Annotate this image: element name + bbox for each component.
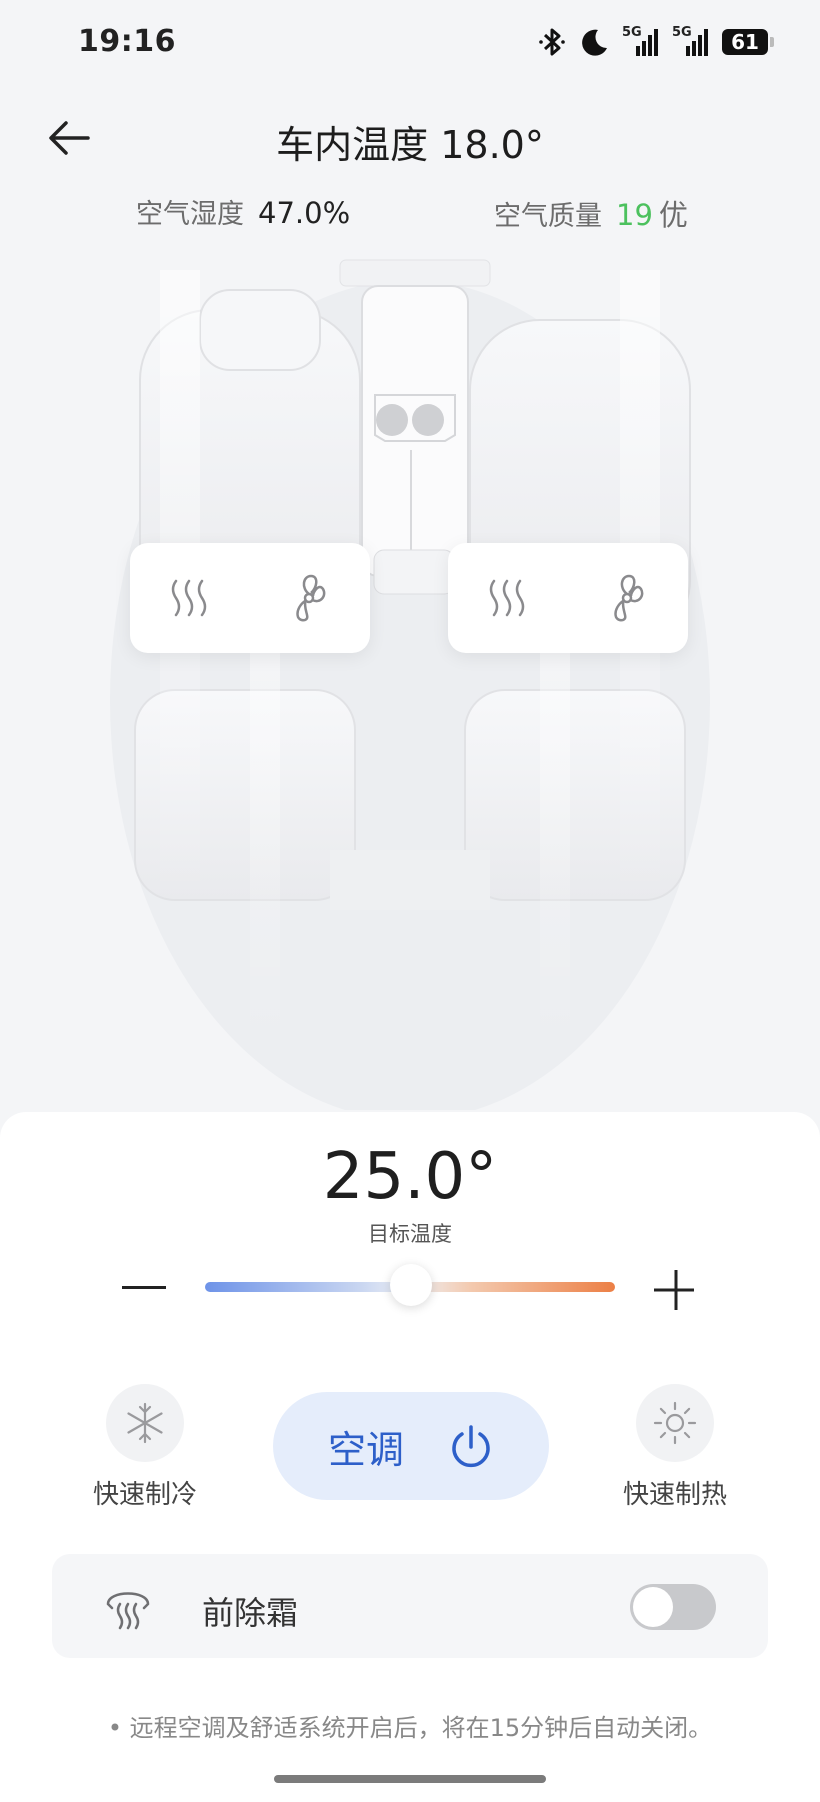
humidity-label: 空气湿度 [136,199,244,230]
air-quality-label: 空气质量 [494,201,602,232]
defrost-toggle[interactable] [630,1584,716,1630]
moon-icon [582,29,607,56]
target-temperature: 25.0° [322,1140,498,1214]
front-defrost-row: 前除霜 [52,1554,768,1658]
quick-cool-label: 快速制冷 [92,1480,197,1510]
air-quality-value: 19 [616,198,653,232]
snowflake-icon [127,1402,163,1444]
signal-icon: 5G [622,26,660,58]
left-seat-controls [130,543,370,653]
quick-heat-label: 快速制热 [622,1480,727,1510]
quick-heat-button[interactable] [636,1384,714,1462]
ac-label: 空调 [327,1427,404,1472]
page-title: 车内温度 18.0° [276,123,544,167]
auto-off-notice: • 远程空调及舒适系统开启后，将在15分钟后自动关闭。 [107,1714,713,1742]
sun-icon [653,1401,697,1445]
increase-temp-button[interactable] [652,1268,696,1312]
battery-icon: 61 [722,29,774,55]
temperature-slider-thumb[interactable] [390,1264,432,1306]
humidity-value: 47.0% [258,196,351,230]
air-quality-metric: 空气质量 19 优 [494,192,688,234]
toggle-knob [633,1587,673,1627]
seat-fan-icon[interactable] [599,570,655,626]
humidity-metric: 空气湿度 47.0% [136,192,350,231]
seat-fan-icon[interactable] [281,570,337,626]
air-quality-grade: 优 [658,198,688,232]
defrost-icon [106,1592,150,1630]
car-interior-illustration [110,259,710,1110]
power-icon [452,1425,490,1468]
seat-heat-icon[interactable] [164,573,214,623]
target-temperature-label: 目标温度 [368,1222,452,1246]
battery-level: 61 [731,30,759,54]
quick-cool-button[interactable] [106,1384,184,1462]
status-time: 19:16 [78,24,176,59]
seat-heat-icon[interactable] [482,573,532,623]
decrease-temp-button[interactable] [122,1286,166,1289]
home-indicator[interactable] [274,1775,546,1783]
defrost-label: 前除霜 [202,1594,299,1632]
ac-power-button[interactable]: 空调 [273,1392,549,1500]
bluetooth-icon [539,28,565,56]
right-seat-controls [448,543,688,653]
status-icons: 5G 5G 61 [538,26,774,58]
signal-icon-2: 5G [672,26,710,58]
